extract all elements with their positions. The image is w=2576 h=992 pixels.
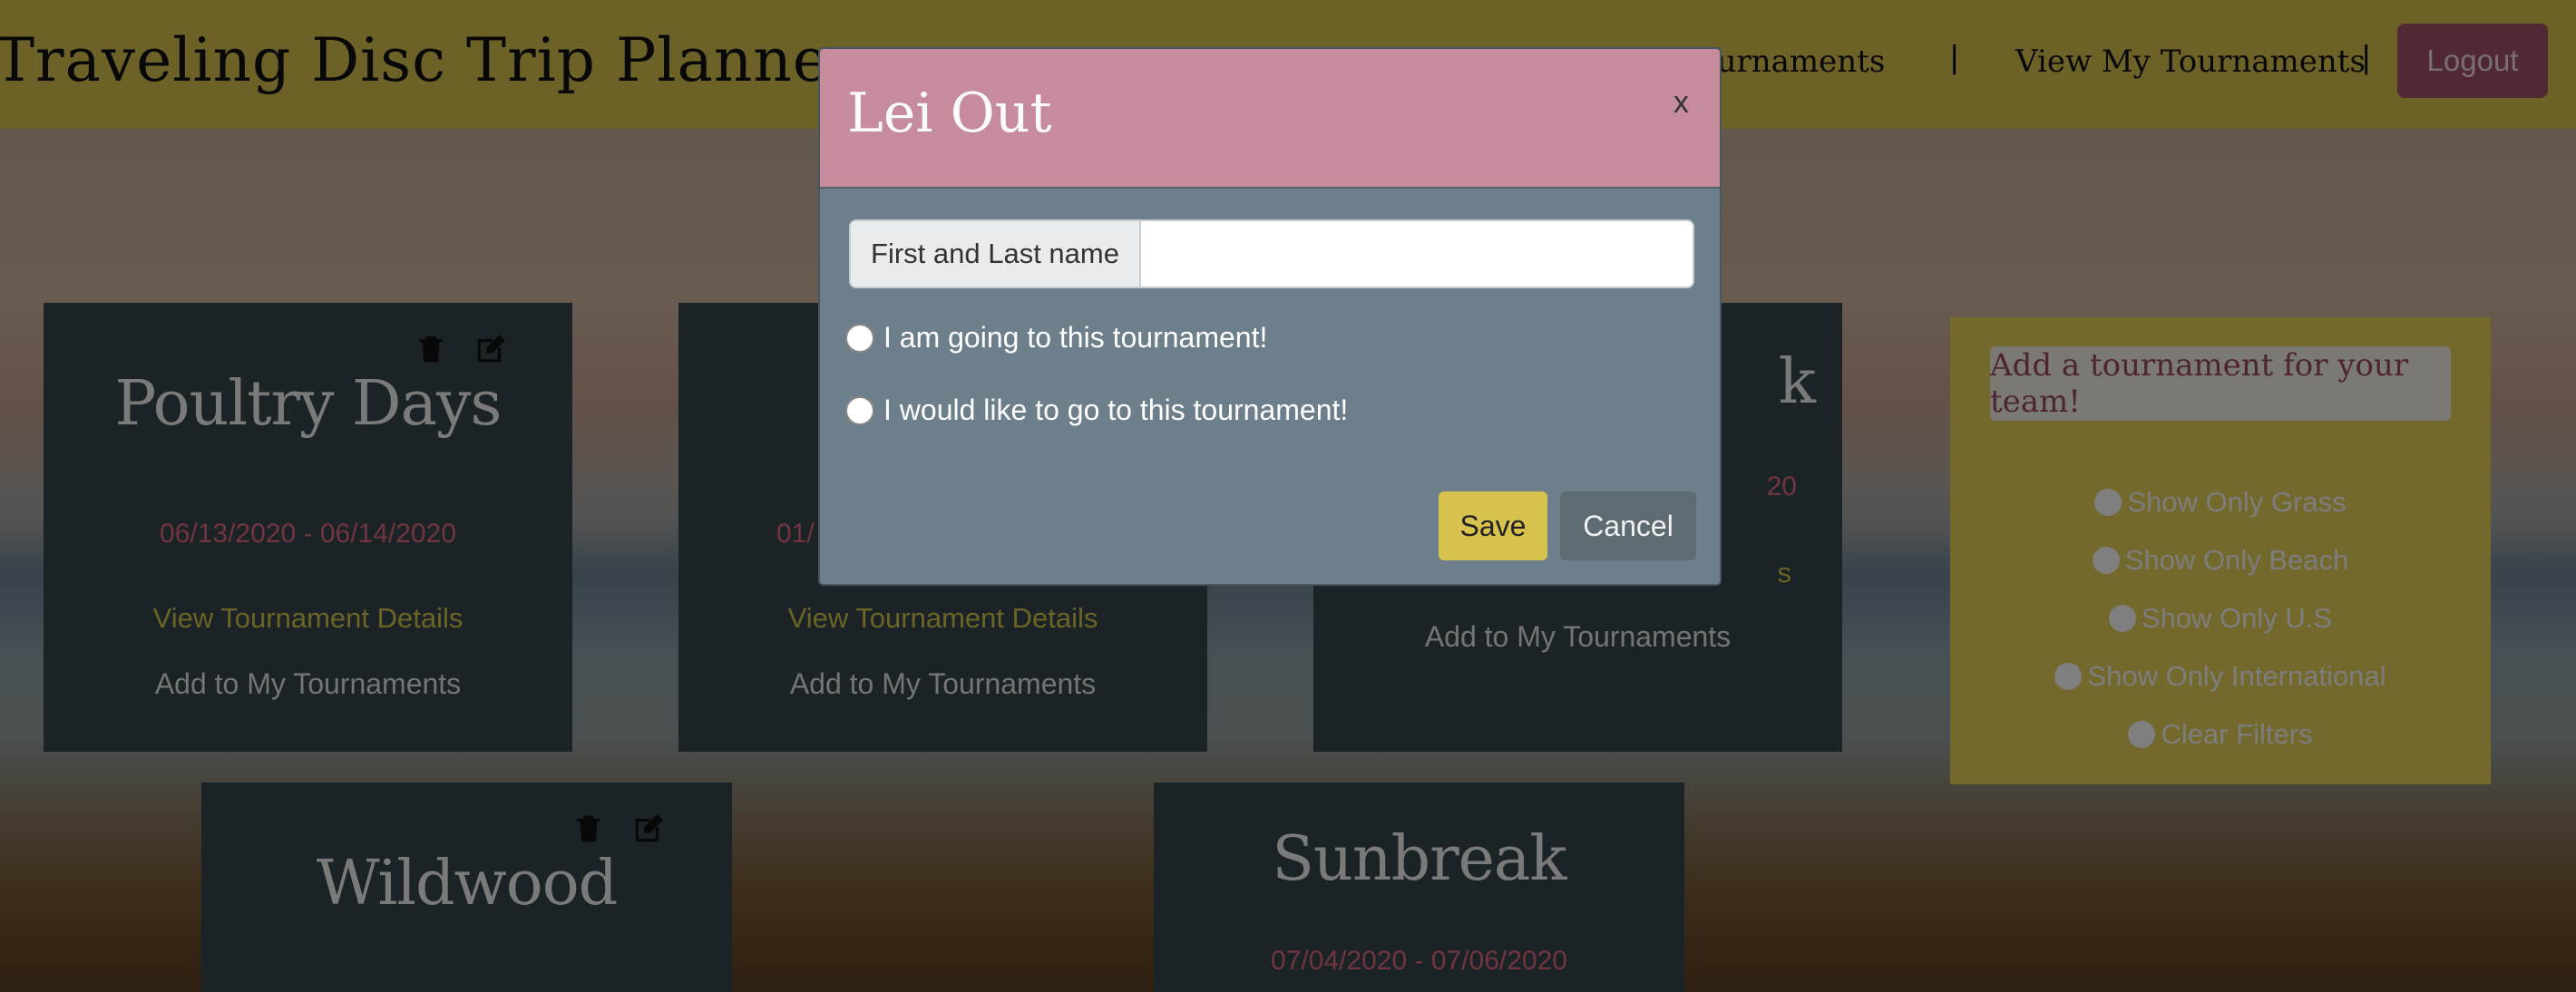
- radio-would-like[interactable]: I would like to go to this tournament!: [845, 394, 1348, 427]
- rsvp-modal: Lei Out x First and Last name I am going…: [818, 47, 1722, 586]
- cancel-button[interactable]: Cancel: [1560, 491, 1696, 560]
- close-icon[interactable]: x: [1673, 85, 1689, 121]
- modal-header: Lei Out x: [820, 49, 1720, 189]
- radio-button[interactable]: [845, 395, 874, 425]
- radio-button[interactable]: [845, 323, 874, 353]
- name-input-group: First and Last name: [849, 219, 1694, 288]
- name-label: First and Last name: [851, 221, 1141, 287]
- name-input[interactable]: [1143, 221, 1693, 287]
- radio-going[interactable]: I am going to this tournament!: [845, 321, 1267, 355]
- modal-title: Lei Out: [847, 82, 1052, 145]
- save-button[interactable]: Save: [1439, 491, 1547, 560]
